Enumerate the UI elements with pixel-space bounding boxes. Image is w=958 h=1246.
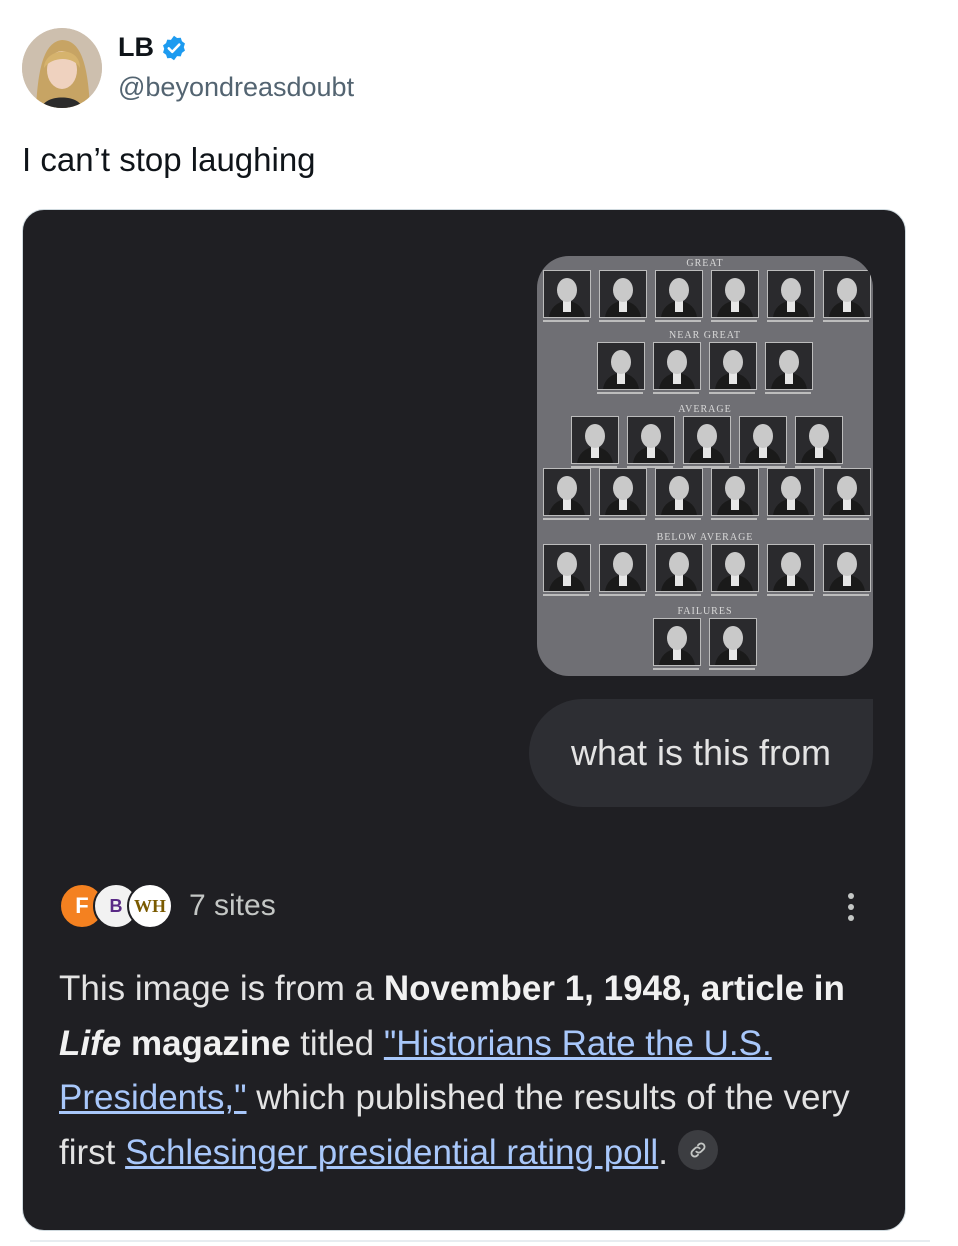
author-handle[interactable]: @beyondreasdoubt — [118, 72, 354, 103]
answer-text: This image is from a November 1, 1948, a… — [59, 962, 879, 1180]
president-portrait — [599, 468, 647, 516]
answer-bold-part: November 1, 1948, article in — [383, 969, 845, 1008]
answer-part: . — [658, 1132, 668, 1172]
president-portrait — [823, 544, 871, 592]
portrait-caption-mark — [599, 320, 645, 322]
portrait-caption-mark — [767, 320, 813, 322]
source-favicon: WH — [127, 883, 173, 929]
president-portrait — [709, 618, 757, 666]
more-options-icon[interactable] — [841, 888, 861, 924]
president-portrait — [765, 342, 813, 390]
sources-row[interactable]: F B WH 7 sites — [59, 882, 276, 930]
answer-part: titled — [290, 1023, 384, 1063]
query-bubble: what is this from — [529, 699, 873, 807]
author-name-text[interactable]: LB — [118, 32, 154, 63]
president-portrait — [543, 468, 591, 516]
portrait-caption-mark — [765, 392, 811, 394]
president-portrait — [767, 468, 815, 516]
tier-label: NEAR GREAT — [669, 330, 741, 341]
portrait-caption-mark — [597, 392, 643, 394]
president-portrait — [655, 544, 703, 592]
avatar[interactable] — [22, 28, 102, 108]
president-portrait — [795, 416, 843, 464]
portrait-caption-mark — [543, 320, 589, 322]
president-portrait — [823, 468, 871, 516]
poll-link[interactable]: Schlesinger presidential rating poll — [125, 1133, 658, 1172]
portrait-caption-mark — [823, 518, 869, 520]
portrait-caption-mark — [655, 594, 701, 596]
president-portrait — [767, 544, 815, 592]
portrait-caption-mark — [709, 668, 755, 670]
portrait-caption-mark — [543, 518, 589, 520]
president-portrait — [627, 416, 675, 464]
portrait-caption-mark — [653, 668, 699, 670]
tier-label: GREAT — [686, 258, 724, 269]
president-portrait — [543, 544, 591, 592]
president-portrait — [711, 544, 759, 592]
tweet-media-screenshot[interactable]: GREAT NEAR GREAT AVERAGE BELOW AVERAGE F… — [22, 209, 906, 1231]
president-portrait — [683, 416, 731, 464]
presidents-rating-photo[interactable]: GREAT NEAR GREAT AVERAGE BELOW AVERAGE F… — [537, 256, 873, 676]
portrait-caption-mark — [823, 320, 869, 322]
portrait-caption-mark — [711, 518, 757, 520]
president-portrait — [599, 544, 647, 592]
answer-bold-part: magazine — [121, 1023, 291, 1063]
portrait-caption-mark — [709, 392, 755, 394]
portrait-caption-mark — [543, 594, 589, 596]
verified-badge-icon — [163, 35, 185, 60]
president-portrait — [711, 270, 759, 318]
portrait-caption-mark — [655, 518, 701, 520]
president-portrait — [571, 416, 619, 464]
president-portrait — [709, 342, 757, 390]
president-portrait — [655, 270, 703, 318]
portrait-caption-mark — [599, 594, 645, 596]
tier-label: FAILURES — [677, 606, 733, 617]
answer-part: This image is from a — [59, 969, 384, 1008]
divider — [30, 1240, 930, 1242]
answer-italic: Life — [59, 1023, 122, 1063]
tier-label: BELOW AVERAGE — [656, 532, 754, 543]
portrait-caption-mark — [599, 518, 645, 520]
president-portrait — [767, 270, 815, 318]
portrait-caption-mark — [823, 594, 869, 596]
author-name[interactable]: LB — [118, 32, 188, 63]
link-icon[interactable] — [677, 1130, 718, 1171]
president-portrait — [653, 618, 701, 666]
president-portrait — [711, 468, 759, 516]
portrait-caption-mark — [653, 392, 699, 394]
tweet-text: I can’t stop laughing — [22, 141, 316, 178]
portrait-caption-mark — [655, 320, 701, 322]
president-portrait — [655, 468, 703, 516]
portrait-caption-mark — [767, 518, 813, 520]
president-portrait — [823, 270, 871, 318]
president-portrait — [543, 270, 591, 318]
president-portrait — [599, 270, 647, 318]
portrait-caption-mark — [711, 320, 757, 322]
president-portrait — [653, 342, 701, 390]
portrait-caption-mark — [767, 594, 813, 596]
president-portrait — [597, 342, 645, 390]
tier-label: AVERAGE — [678, 404, 732, 415]
portrait-caption-mark — [711, 594, 757, 596]
president-portrait — [739, 416, 787, 464]
sites-count[interactable]: 7 sites — [189, 889, 276, 923]
